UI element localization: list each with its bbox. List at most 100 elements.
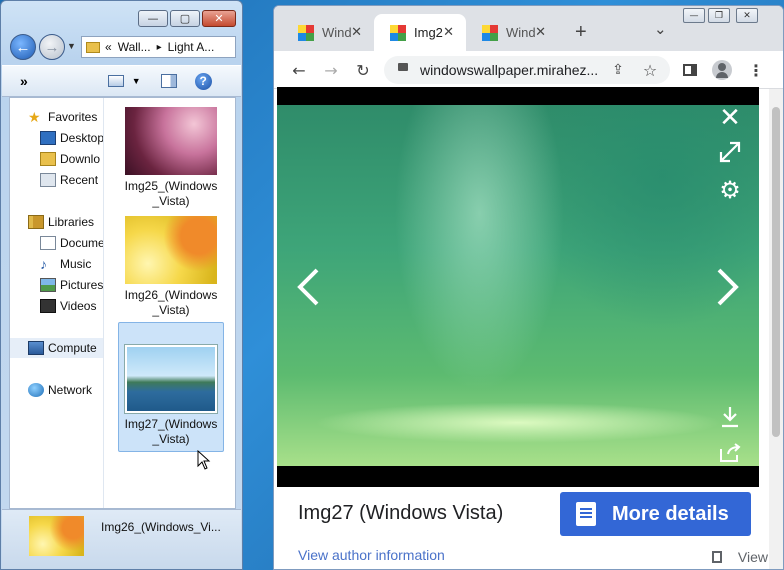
nav-favorites[interactable]: ★ Favorites bbox=[28, 107, 103, 127]
file-name-line2: _Vista) bbox=[152, 303, 190, 317]
nav-computer[interactable]: Compute bbox=[10, 338, 103, 358]
file-item-img27-selected[interactable]: Img27_(Windows _Vista) bbox=[118, 322, 224, 452]
explorer-close-button[interactable]: ✕ bbox=[202, 10, 236, 27]
explorer-toolbar: » ▼ ? bbox=[2, 65, 241, 97]
nav-documents[interactable]: Docume bbox=[40, 233, 104, 253]
expand-icon[interactable] bbox=[717, 139, 743, 165]
help-icon[interactable]: ? bbox=[194, 72, 212, 90]
nav-desktop-label: Desktop bbox=[60, 131, 104, 145]
file-list: Img25_(Windows _Vista) Img26_(Windows _V… bbox=[105, 98, 235, 508]
details-pane: Img26_(Windows_Vi... bbox=[2, 509, 241, 569]
change-view-icon[interactable] bbox=[107, 75, 124, 87]
browser-minimize-button[interactable]: — bbox=[683, 8, 705, 23]
nav-music[interactable]: ♪ Music bbox=[40, 254, 103, 274]
nav-pictures[interactable]: Pictures bbox=[40, 275, 104, 295]
new-tab-button[interactable]: + bbox=[575, 21, 587, 44]
tab-windows-1[interactable]: Wind ✕ bbox=[282, 14, 374, 51]
nav-desktop[interactable]: Desktop bbox=[40, 128, 104, 148]
breadcrumb-separator-icon[interactable]: ▸ bbox=[157, 42, 162, 53]
forward-button[interactable]: → bbox=[39, 34, 65, 60]
tab-favicon-icon bbox=[298, 24, 314, 41]
browser-close-button[interactable]: ✕ bbox=[736, 8, 758, 23]
previous-image-icon[interactable] bbox=[291, 265, 325, 309]
profile-avatar-icon[interactable] bbox=[712, 60, 732, 80]
next-image-icon[interactable] bbox=[711, 265, 745, 309]
settings-gear-icon[interactable]: ⚙ bbox=[717, 176, 743, 204]
nav-documents-label: Docume bbox=[60, 236, 104, 250]
forward-arrow-icon[interactable]: → bbox=[321, 60, 341, 80]
share-icon[interactable]: ⇪ bbox=[608, 60, 628, 80]
file-name-line1: Img27_(Windows bbox=[124, 417, 218, 431]
file-name-line2: _Vista) bbox=[152, 194, 190, 208]
explorer-maximize-button[interactable]: ▢ bbox=[170, 10, 200, 27]
image-viewer: ✕ ⚙ bbox=[277, 87, 759, 487]
mouse-cursor-icon bbox=[197, 450, 211, 470]
computer-icon bbox=[28, 341, 44, 355]
nav-music-label: Music bbox=[60, 257, 92, 271]
nav-recent-places[interactable]: Recent bbox=[40, 170, 103, 190]
menu-kebab-icon[interactable]: ⋮ bbox=[746, 60, 766, 80]
star-icon: ★ bbox=[28, 109, 41, 125]
file-name-line2: _Vista) bbox=[152, 432, 190, 446]
explorer-address-bar[interactable]: « Wall... ▸ Light A... bbox=[81, 36, 236, 58]
lock-icon bbox=[398, 63, 408, 71]
tab-windows-3[interactable]: Wind ✕ bbox=[466, 14, 558, 51]
nav-pictures-label: Pictures bbox=[60, 278, 104, 292]
nav-videos-label: Videos bbox=[60, 299, 97, 313]
page-scrollbar[interactable] bbox=[769, 89, 783, 569]
back-button[interactable]: ← bbox=[10, 34, 36, 60]
view-page-icon bbox=[712, 551, 722, 563]
share-out-icon[interactable] bbox=[718, 441, 742, 465]
details-file-name: Img26_(Windows_Vi... bbox=[101, 520, 221, 534]
file-item-img25[interactable]: Img25_(Windows _Vista) bbox=[118, 105, 224, 209]
downloads-folder-icon bbox=[40, 152, 56, 166]
nav-libraries[interactable]: Libraries bbox=[28, 212, 103, 232]
tab-img27-active[interactable]: Img2 ✕ bbox=[374, 14, 466, 51]
breadcrumb-wallpapers[interactable]: Wall... bbox=[118, 40, 151, 54]
scrollbar-thumb[interactable] bbox=[772, 107, 780, 437]
tab-strip: — ❐ ✕ Wind ✕ Img2 ✕ Wind ✕ + ⌄ bbox=[274, 6, 783, 51]
browser-restore-button[interactable]: ❐ bbox=[708, 8, 730, 23]
side-panel-icon[interactable] bbox=[680, 60, 700, 80]
desktop-icon bbox=[40, 131, 56, 145]
tab-close-icon[interactable]: ✕ bbox=[351, 24, 362, 40]
more-details-button[interactable]: More details bbox=[560, 492, 751, 536]
img26-thumbnail bbox=[125, 216, 217, 284]
back-arrow-icon[interactable]: ← bbox=[289, 60, 309, 80]
tab-title: Wind bbox=[322, 25, 352, 40]
url-text: windowswallpaper.mirahez... bbox=[420, 62, 599, 78]
preview-pane-icon[interactable] bbox=[160, 74, 177, 88]
reload-icon[interactable]: ↻ bbox=[353, 60, 373, 80]
view-dropdown-icon[interactable]: ▼ bbox=[132, 76, 141, 86]
toolbar-overflow-button[interactable]: » bbox=[20, 73, 28, 89]
tab-close-icon[interactable]: ✕ bbox=[443, 24, 454, 40]
file-item-img26[interactable]: Img26_(Windows _Vista) bbox=[118, 214, 224, 318]
libraries-icon bbox=[28, 215, 44, 229]
folder-icon bbox=[86, 41, 100, 53]
tab-favicon-icon bbox=[390, 24, 406, 41]
view-link[interactable]: View bbox=[712, 549, 768, 565]
recent-pages-dropdown-icon[interactable]: ▼ bbox=[67, 41, 76, 51]
bookmark-star-icon[interactable]: ☆ bbox=[640, 60, 660, 80]
address-overflow-chevron[interactable]: « bbox=[105, 40, 112, 54]
explorer-content: ★ Favorites Desktop Downlo Recent Librar… bbox=[9, 97, 236, 509]
wallpaper-image bbox=[277, 105, 759, 466]
more-details-label: More details bbox=[612, 502, 729, 525]
nav-favorites-label: Favorites bbox=[48, 110, 98, 124]
file-name-line1: Img26_(Windows bbox=[124, 288, 218, 302]
tab-search-button[interactable]: ⌄ bbox=[654, 20, 667, 38]
img25-thumbnail bbox=[125, 107, 217, 175]
tab-close-icon[interactable]: ✕ bbox=[535, 24, 546, 40]
nav-recent-label: Recent bbox=[60, 173, 99, 187]
nav-network[interactable]: Network bbox=[28, 380, 103, 400]
breadcrumb-light-aero[interactable]: Light A... bbox=[168, 40, 215, 54]
nav-videos[interactable]: Videos bbox=[40, 296, 103, 316]
explorer-minimize-button[interactable]: — bbox=[138, 10, 168, 27]
close-viewer-icon[interactable]: ✕ bbox=[717, 103, 743, 133]
nav-downloads[interactable]: Downlo bbox=[40, 149, 103, 169]
img27-thumbnail bbox=[125, 345, 217, 413]
network-globe-icon bbox=[28, 383, 44, 397]
download-icon[interactable] bbox=[718, 405, 742, 429]
author-info-link[interactable]: View author information bbox=[298, 547, 445, 563]
explorer-navbar: ← → ▼ « Wall... ▸ Light A... bbox=[7, 33, 236, 61]
